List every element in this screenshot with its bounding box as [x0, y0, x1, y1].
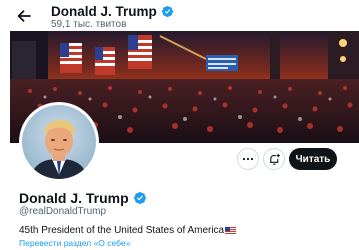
header-name: Donald J. Trump — [51, 4, 157, 19]
more-options-button[interactable] — [237, 148, 259, 170]
profile-name: Donald J. Trump — [19, 190, 129, 206]
header-title: Donald J. Trump — [51, 4, 174, 19]
us-flag-icon — [225, 226, 237, 235]
verified-icon — [133, 192, 146, 204]
bio-text: 45th President of the United States of A… — [19, 225, 225, 236]
back-arrow-icon[interactable] — [14, 6, 34, 26]
more-horizontal-icon — [242, 157, 254, 161]
notifications-button[interactable] — [263, 148, 285, 170]
bell-plus-icon — [269, 153, 280, 165]
profile-bio: 45th President of the United States of A… — [19, 225, 237, 236]
tweet-count: 59,1 тыс. твитов — [51, 19, 127, 30]
translate-bio-link[interactable]: Перевести раздел «О себе» — [19, 238, 130, 248]
profile-header: Donald J. Trump 59,1 тыс. твитов — [0, 0, 359, 30]
profile-name-row: Donald J. Trump — [19, 190, 147, 206]
verified-icon — [161, 5, 173, 18]
avatar[interactable] — [19, 102, 99, 182]
follow-button[interactable]: Читать — [289, 148, 337, 170]
profile-handle: @realDonaldTrump — [19, 206, 107, 217]
